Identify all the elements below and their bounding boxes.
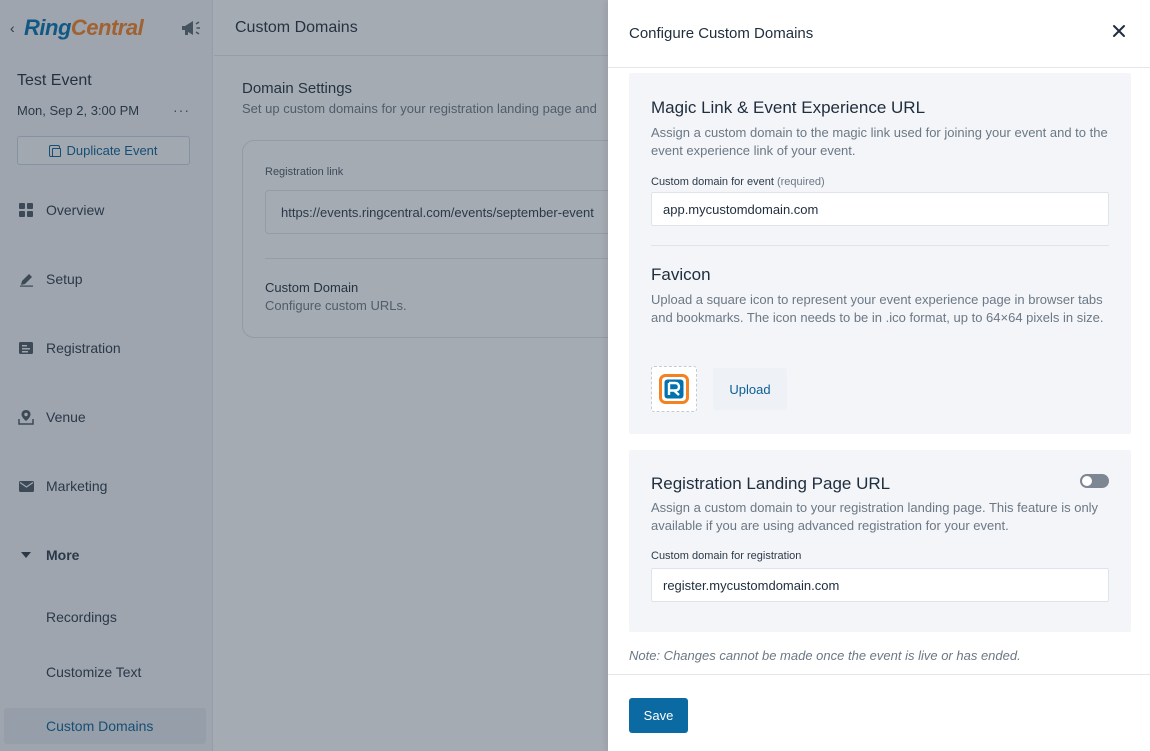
close-icon[interactable] bbox=[1112, 24, 1126, 38]
modal-overlay[interactable] bbox=[0, 0, 608, 751]
favicon-preview bbox=[651, 366, 697, 412]
event-domain-input[interactable]: app.mycustomdomain.com bbox=[651, 192, 1109, 226]
registration-landing-panel: Registration Landing Page URL Assign a c… bbox=[629, 450, 1131, 632]
divider bbox=[651, 245, 1109, 246]
drawer-header: Configure Custom Domains bbox=[608, 0, 1150, 68]
registration-landing-title: Registration Landing Page URL bbox=[651, 474, 891, 493]
registration-landing-toggle[interactable] bbox=[1080, 474, 1109, 488]
favicon-description: Upload a square icon to represent your e… bbox=[651, 292, 1104, 325]
magic-link-panel: Magic Link & Event Experience URL Assign… bbox=[629, 73, 1131, 434]
magic-link-title: Magic Link & Event Experience URL bbox=[651, 98, 926, 117]
configure-domains-drawer: Configure Custom Domains Magic Link & Ev… bbox=[608, 0, 1150, 751]
registration-landing-description: Assign a custom domain to your registrat… bbox=[651, 500, 1099, 533]
drawer-footer: Save bbox=[608, 674, 1150, 751]
registration-domain-input[interactable]: register.mycustomdomain.com bbox=[651, 568, 1109, 602]
changes-note: Note: Changes cannot be made once the ev… bbox=[629, 648, 1021, 663]
upload-button[interactable]: Upload bbox=[713, 368, 787, 410]
favicon-title: Favicon bbox=[651, 265, 711, 284]
drawer-title: Configure Custom Domains bbox=[629, 25, 814, 42]
save-button[interactable]: Save bbox=[629, 698, 688, 733]
favicon-r-icon bbox=[659, 374, 689, 404]
registration-domain-label: Custom domain for registration bbox=[651, 550, 802, 562]
event-domain-label: Custom domain for event (required) bbox=[651, 176, 825, 188]
magic-link-description: Assign a custom domain to the magic link… bbox=[651, 125, 1108, 158]
